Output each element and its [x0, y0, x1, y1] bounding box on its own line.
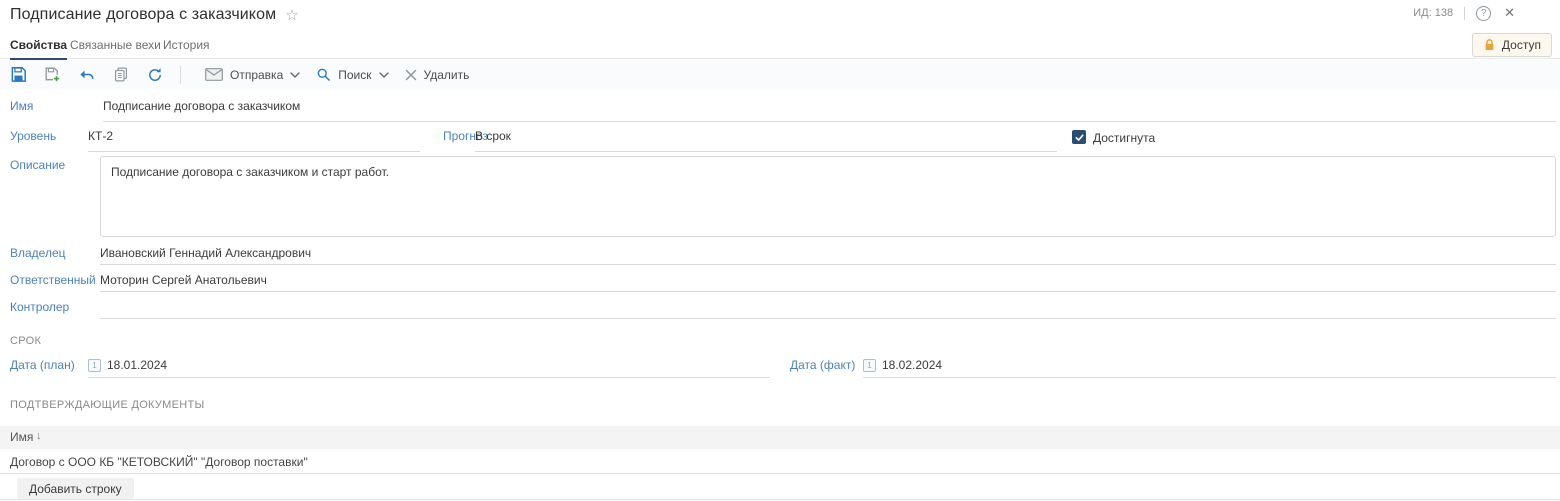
owner-field-underline — [100, 264, 1556, 265]
document-row-divider — [0, 473, 1560, 474]
name-field-underline — [103, 121, 1556, 122]
responsible-field-label: Ответственный — [10, 273, 96, 287]
x-icon — [405, 69, 417, 81]
window-controls: ИД: 138 ? ✕ — [1413, 5, 1515, 21]
documents-section-header: ПОДТВЕРЖДАЮЩИЕ ДОКУМЕНТЫ — [10, 399, 205, 411]
description-field-label: Описание — [10, 158, 65, 172]
controller-field-underline — [100, 318, 1556, 319]
responsible-field-underline — [100, 291, 1556, 292]
record-id: ИД: 138 — [1413, 7, 1453, 19]
help-icon[interactable]: ? — [1476, 6, 1491, 21]
page-title: Подписание договора с заказчиком — [10, 6, 276, 24]
envelope-icon — [205, 68, 223, 81]
achieved-checkbox-label: Достигнута — [1093, 131, 1155, 145]
level-field-label: Уровень — [10, 129, 56, 143]
add-row-button[interactable]: Добавить строку — [17, 478, 134, 499]
sort-desc-icon[interactable]: ↓ — [36, 430, 42, 442]
access-button[interactable]: Доступ — [1472, 33, 1552, 57]
toolbar-divider — [180, 66, 181, 84]
table-bottom-divider — [0, 499, 1560, 500]
name-field-value[interactable]: Подписание договора с заказчиком — [103, 99, 300, 113]
save-icon[interactable] — [10, 66, 27, 83]
level-field-underline — [88, 151, 420, 152]
tab-history[interactable]: История — [163, 38, 210, 58]
achieved-checkbox[interactable] — [1072, 130, 1086, 144]
responsible-field-value[interactable]: Моторин Сергей Анатольевич — [100, 273, 267, 287]
date-fact-field-label: Дата (факт) — [790, 358, 855, 372]
search-label: Поиск — [338, 68, 371, 82]
send-button[interactable]: Отправка — [205, 68, 300, 82]
chevron-down-icon — [290, 72, 300, 78]
tab-bar: Свойства Связанные вехи История — [0, 36, 1560, 59]
titlebar: Подписание договора с заказчиком ☆ — [10, 6, 299, 24]
lock-icon — [1483, 38, 1496, 52]
forecast-field-underline — [475, 151, 1057, 152]
level-field-value[interactable]: КТ-2 — [88, 129, 113, 143]
tab-properties[interactable]: Свойства — [10, 38, 67, 61]
undo-icon[interactable] — [78, 66, 95, 83]
forecast-field-value[interactable]: В срок — [475, 129, 511, 143]
calendar-icon[interactable]: 1 — [88, 359, 101, 372]
owner-field-value[interactable]: Ивановский Геннадий Александрович — [100, 246, 311, 260]
delete-label: Удалить — [424, 68, 470, 82]
date-plan-field-label: Дата (план) — [10, 358, 75, 372]
chevron-down-icon — [379, 72, 389, 78]
toolbar: Отправка Поиск Удалить — [0, 60, 1560, 89]
favorite-star-icon[interactable]: ☆ — [285, 7, 298, 23]
divider — [1464, 7, 1465, 20]
refresh-icon[interactable] — [146, 66, 163, 83]
tab-related-milestones[interactable]: Связанные вехи — [70, 38, 161, 58]
search-button[interactable]: Поиск — [316, 67, 388, 82]
date-fact-field-value[interactable]: 18.02.2024 — [882, 358, 942, 372]
date-plan-field-value[interactable]: 18.01.2024 — [107, 358, 167, 372]
milestone-card: Подписание договора с заказчиком ☆ ИД: 1… — [0, 0, 1560, 501]
owner-field-label: Владелец — [10, 246, 66, 260]
documents-column-name[interactable]: Имя — [10, 430, 33, 444]
date-fact-field-underline — [863, 377, 1556, 378]
save-and-create-icon[interactable] — [44, 66, 61, 83]
description-textarea[interactable]: Подписание договора с заказчиком и старт… — [100, 156, 1556, 237]
term-section-header: СРОК — [10, 335, 41, 347]
send-label: Отправка — [230, 68, 283, 82]
controller-field-label: Контролер — [10, 300, 69, 314]
date-plan-field-underline — [88, 377, 770, 378]
documents-table-header: Имя ↓ — [0, 426, 1560, 449]
delete-button[interactable]: Удалить — [405, 68, 470, 82]
document-row[interactable]: Договор с ООО КБ "КЕТОВСКИЙ" "Договор по… — [10, 455, 308, 469]
search-icon — [316, 67, 331, 82]
close-icon[interactable]: ✕ — [1504, 5, 1515, 21]
name-field-label: Имя — [10, 99, 33, 113]
access-button-label: Доступ — [1502, 38, 1541, 52]
calendar-icon[interactable]: 1 — [863, 359, 876, 372]
copy-icon[interactable] — [112, 66, 129, 83]
